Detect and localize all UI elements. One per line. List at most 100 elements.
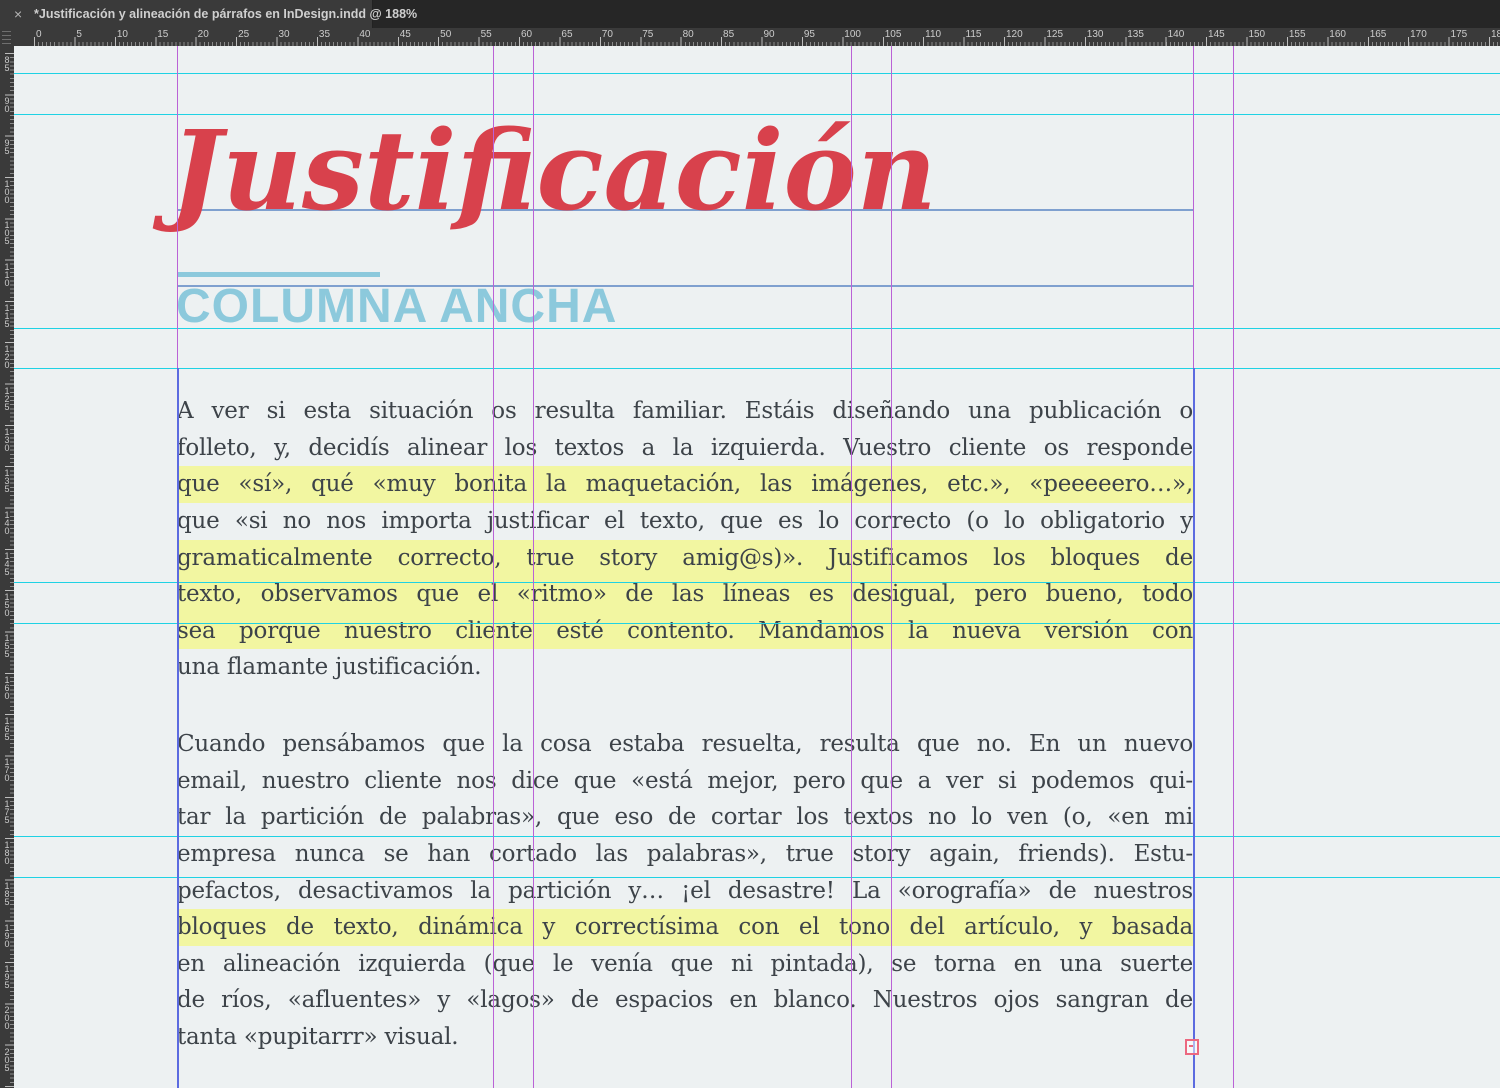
ruler-label-v: 85: [1, 55, 12, 71]
text-line[interactable]: sea porque nuestro cliente esté contento…: [177, 613, 1193, 650]
ruler-label-h: 170: [1410, 29, 1427, 40]
column-guide[interactable]: [493, 46, 494, 1088]
ruler-label-h: 120: [1006, 29, 1023, 40]
ruler-label-v: 130: [1, 427, 12, 451]
paragraph[interactable]: A ver si esta situación os resulta famil…: [177, 393, 1193, 686]
ruler-label-v: 110: [1, 262, 12, 286]
ruler-label-h: 10: [117, 29, 128, 40]
ruler-label-h: 155: [1289, 29, 1306, 40]
ruler-label-h: 0: [36, 29, 42, 40]
ruler-label-v: 200: [1, 1005, 12, 1029]
cyan-guide[interactable]: [14, 582, 1500, 583]
ruler-label-h: 135: [1127, 29, 1144, 40]
tab-bar: × *Justificación y alineación de párrafo…: [0, 0, 1500, 28]
ruler-label-v: 185: [1, 881, 12, 905]
column-guide[interactable]: [891, 46, 892, 1088]
text-line[interactable]: tanta «pupitarrr» visual.: [177, 1019, 1193, 1056]
column-guide[interactable]: [1233, 46, 1234, 1088]
text-line[interactable]: que «si no nos importa justificar el tex…: [177, 503, 1193, 540]
ruler-label-v: 135: [1, 468, 12, 492]
ruler-label-v: 105: [1, 220, 12, 244]
ruler-origin-corner[interactable]: [0, 28, 15, 47]
text-line[interactable]: en alineación izquierda (que le venía qu…: [177, 946, 1193, 983]
horizontal-ruler[interactable]: 0510152025303540455055606570758085909510…: [14, 28, 1500, 47]
ruler-label-v: 175: [1, 799, 12, 823]
ruler-label-h: 160: [1329, 29, 1346, 40]
text-line[interactable]: bloques de texto, dinámica y correctísim…: [177, 909, 1193, 946]
text-line[interactable]: que «sí», qué «muy bonita la maquetación…: [177, 466, 1193, 503]
ruler-label-h: 130: [1087, 29, 1104, 40]
cyan-guide[interactable]: [14, 73, 1500, 74]
ruler-label-h: 35: [319, 29, 330, 40]
vertical-ruler[interactable]: 8590951001051101151201251301351401451501…: [0, 46, 15, 1088]
ruler-label-h: 55: [481, 29, 492, 40]
paragraph[interactable]: Cuando pensábamos que la cosa estaba res…: [177, 726, 1193, 1056]
text-frame-edge[interactable]: [177, 368, 179, 1088]
column-guide[interactable]: [851, 46, 852, 1088]
document-canvas[interactable]: Justificación COLUMNA ANCHA A ver si est…: [14, 46, 1500, 1088]
ruler-label-h: 140: [1168, 29, 1185, 40]
text-line[interactable]: folleto, y, decidís alinear los textos a…: [177, 430, 1193, 467]
ruler-label-h: 25: [238, 29, 249, 40]
ruler-label-h: 5: [76, 29, 82, 40]
ruler-label-v: 100: [1, 179, 12, 203]
text-outport-marker[interactable]: [1185, 1039, 1199, 1055]
ruler-label-h: 80: [683, 29, 694, 40]
section-heading[interactable]: COLUMNA ANCHA: [176, 282, 617, 332]
ruler-label-h: 180: [1491, 29, 1500, 40]
ruler-label-h: 70: [602, 29, 613, 40]
ruler-label-v: 195: [1, 964, 12, 988]
text-line[interactable]: Cuando pensábamos que la cosa estaba res…: [177, 726, 1193, 763]
ruler-label-h: 105: [885, 29, 902, 40]
ruler-label-v: 170: [1, 757, 12, 781]
text-line[interactable]: empresa nunca se han cortado las palabra…: [177, 836, 1193, 873]
ruler-label-v: 155: [1, 633, 12, 657]
ruler-label-v: 160: [1, 675, 12, 699]
ruler-label-h: 100: [844, 29, 861, 40]
ruler-label-v: 125: [1, 386, 12, 410]
cyan-guide[interactable]: [14, 836, 1500, 837]
ruler-label-h: 30: [278, 29, 289, 40]
text-line[interactable]: tar la partición de palabras», que eso d…: [177, 799, 1193, 836]
ruler-label-h: 60: [521, 29, 532, 40]
ruler-label-v: 90: [1, 96, 12, 112]
ruler-label-v: 140: [1, 510, 12, 534]
ruler-label-v: 115: [1, 303, 12, 327]
ruler-label-v: 165: [1, 716, 12, 740]
ruler-label-h: 145: [1208, 29, 1225, 40]
text-line[interactable]: pefactos, desactivamos la partición y… ¡…: [177, 873, 1193, 910]
ruler-label-v: 190: [1, 923, 12, 947]
cyan-guide[interactable]: [14, 623, 1500, 624]
text-line[interactable]: una flamante justificación.: [177, 649, 1193, 686]
ruler-label-h: 65: [561, 29, 572, 40]
cyan-guide[interactable]: [14, 877, 1500, 878]
text-line[interactable]: A ver si esta situación os resulta famil…: [177, 393, 1193, 430]
cyan-guide[interactable]: [14, 328, 1500, 329]
text-line[interactable]: de ríos, «afluentes» y «lagos» de espaci…: [177, 982, 1193, 1019]
column-guide[interactable]: [533, 46, 534, 1088]
ruler-label-h: 150: [1248, 29, 1265, 40]
ruler-label-h: 110: [925, 29, 941, 40]
text-line[interactable]: email, nuestro cliente nos dice que «est…: [177, 763, 1193, 800]
ruler-label-v: 150: [1, 592, 12, 616]
ruler-label-h: 85: [723, 29, 734, 40]
close-icon[interactable]: ×: [14, 0, 22, 28]
ruler-label-h: 125: [1046, 29, 1063, 40]
ruler-label-v: 205: [1, 1047, 12, 1071]
heading-rule-bar[interactable]: [177, 272, 380, 277]
cyan-guide[interactable]: [14, 114, 1500, 115]
ruler-label-h: 95: [804, 29, 815, 40]
document-tab[interactable]: × *Justificación y alineación de párrafo…: [0, 0, 373, 28]
ruler-label-v: 95: [1, 138, 12, 154]
text-frame-edge[interactable]: [1193, 368, 1195, 1088]
ruler-label-v: 180: [1, 840, 12, 864]
ruler-label-h: 90: [763, 29, 774, 40]
text-line[interactable]: gramaticalmente correcto, true story ami…: [177, 540, 1193, 577]
indesign-window: × *Justificación y alineación de párrafo…: [0, 0, 1500, 1088]
article-title[interactable]: Justificación: [170, 96, 937, 246]
ruler-label-h: 165: [1370, 29, 1387, 40]
cyan-guide[interactable]: [14, 368, 1500, 369]
ruler-label-h: 50: [440, 29, 451, 40]
ruler-label-h: 20: [198, 29, 209, 40]
ruler-label-h: 45: [400, 29, 411, 40]
